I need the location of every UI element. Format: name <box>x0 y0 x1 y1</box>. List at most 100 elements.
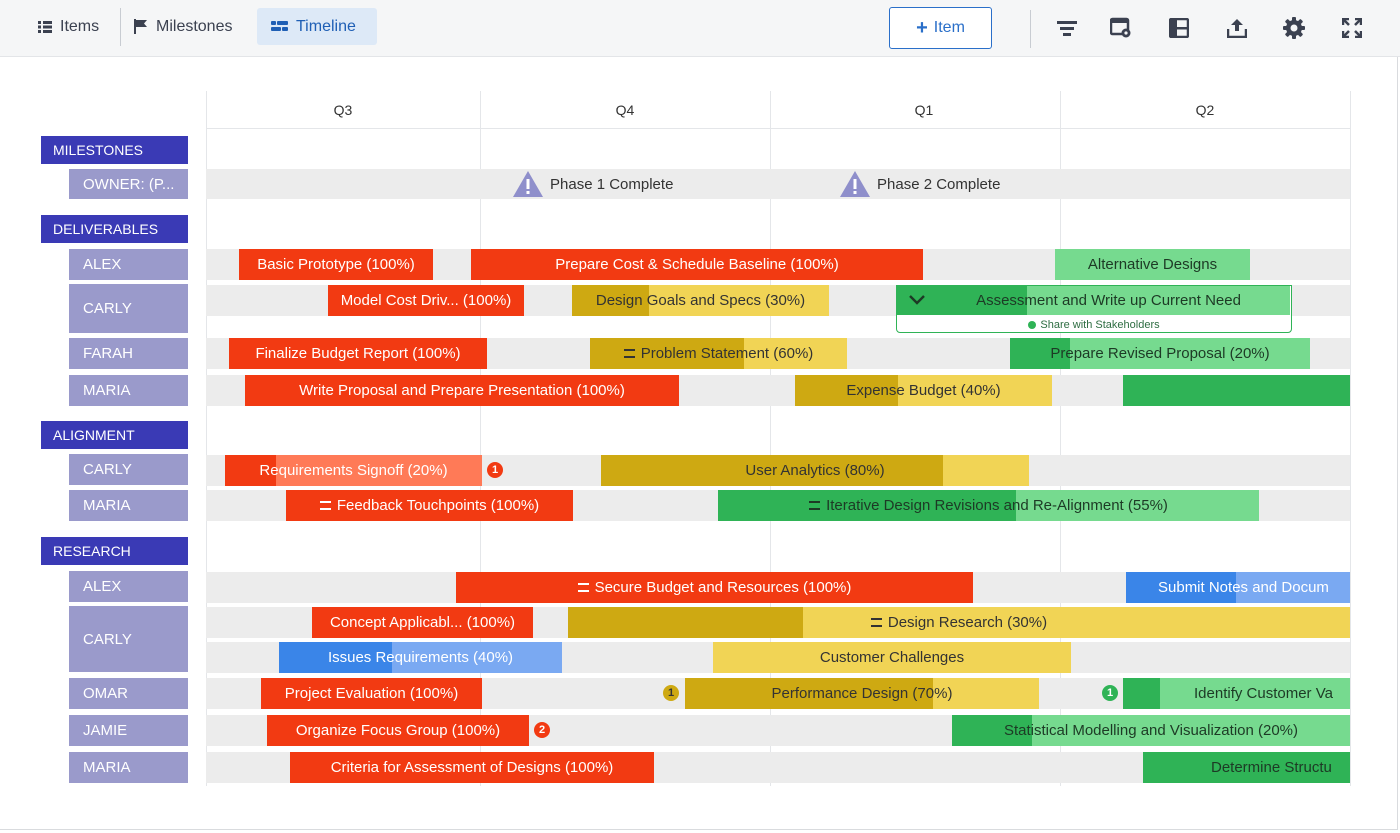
item-label: Performance Design (70%) <box>771 685 953 702</box>
item-bar[interactable]: Concept Applicabl... (100%) <box>312 607 533 638</box>
owner-maria[interactable]: MARIA <box>69 490 188 521</box>
plus-icon: + <box>916 17 928 39</box>
layout-icon[interactable] <box>1164 13 1194 43</box>
owner-carly[interactable]: CARLY <box>69 606 188 672</box>
item-bar[interactable]: Secure Budget and Resources (100%) <box>456 572 973 603</box>
item-bar[interactable]: Determine Structu <box>1143 752 1350 783</box>
item-label: Assessment and Write up Current Need <box>976 292 1241 309</box>
item-bar[interactable]: Prepare Cost & Schedule Baseline (100%) <box>471 249 923 280</box>
tab-timeline[interactable]: Timeline <box>257 8 377 45</box>
item-bar[interactable]: Design Research (30%) <box>568 607 1350 638</box>
quarter-label: Q3 <box>333 102 353 118</box>
item-bar[interactable]: Alternative Designs <box>1055 249 1250 280</box>
add-item-button[interactable]: + Item <box>889 7 992 49</box>
toolbar-divider <box>1030 10 1031 48</box>
item-bar[interactable]: Performance Design (70%) <box>685 678 1039 709</box>
filter-icon[interactable] <box>1052 13 1082 43</box>
item-label: Problem Statement (60%) <box>623 345 814 362</box>
item-bar[interactable]: Customer Challenges <box>713 642 1071 673</box>
warning-icon <box>840 171 870 197</box>
item-bar[interactable]: Iterative Design Revisions and Re-Alignm… <box>718 490 1259 521</box>
owner-carly[interactable]: CARLY <box>69 284 188 333</box>
chevron-down-icon[interactable] <box>909 295 925 305</box>
item-bar[interactable]: Basic Prototype (100%) <box>239 249 433 280</box>
item-bar[interactable]: Submit Notes and Docum <box>1126 572 1350 603</box>
item-label: Finalize Budget Report (100%) <box>255 345 461 362</box>
item-bar[interactable]: Issues Requirements (40%) <box>279 642 562 673</box>
group-alignment[interactable]: ALIGNMENT <box>41 421 188 449</box>
owner-alex[interactable]: ALEX <box>69 249 188 280</box>
add-item-label: Item <box>933 19 965 36</box>
item-label: Iterative Design Revisions and Re-Alignm… <box>809 497 1168 514</box>
item-bar[interactable]: Statistical Modelling and Visualization … <box>952 715 1350 746</box>
item-bar[interactable]: Problem Statement (60%) <box>590 338 847 369</box>
count-badge[interactable]: 1 <box>1102 685 1118 701</box>
count-badge[interactable]: 1 <box>663 685 679 701</box>
expanded-item-card[interactable]: Assessment and Write up Current Need Sha… <box>896 285 1292 333</box>
owner-alex[interactable]: ALEX <box>69 571 188 602</box>
item-bar[interactable]: Identify Customer Va <box>1123 678 1350 709</box>
owner-omar[interactable]: OMAR <box>69 678 188 709</box>
item-bar[interactable]: Project Evaluation (100%) <box>261 678 482 709</box>
count-badge[interactable]: 2 <box>534 722 550 738</box>
export-icon[interactable] <box>1222 13 1252 43</box>
item-bar[interactable]: Prepare Revised Proposal (20%) <box>1010 338 1310 369</box>
owner-label[interactable]: OWNER: (P... <box>69 169 188 199</box>
item-bar[interactable]: Feedback Touchpoints (100%) <box>286 490 573 521</box>
item-label-text: Problem Statement (60%) <box>640 345 814 362</box>
header-divider <box>206 128 1350 129</box>
item-bar[interactable]: Criteria for Assessment of Designs (100%… <box>290 752 654 783</box>
card-settings-icon[interactable] <box>1106 13 1136 43</box>
item-bar[interactable]: Design Goals and Specs (30%) <box>572 285 829 316</box>
item-label-text: Secure Budget and Resources (100%) <box>594 579 852 596</box>
item-label: Secure Budget and Resources (100%) <box>577 579 852 596</box>
tab-items[interactable]: Items <box>24 8 113 45</box>
item-bar[interactable]: Model Cost Driv... (100%) <box>328 285 524 316</box>
milestone-phase-1[interactable]: Phase 1 Complete <box>512 170 673 198</box>
count-badge[interactable]: 1 <box>487 462 503 478</box>
item-label: Design Goals and Specs (30%) <box>595 292 806 309</box>
group-milestones[interactable]: MILESTONES <box>41 136 188 164</box>
subtask[interactable]: Share with Stakeholders <box>897 317 1291 332</box>
item-label: Model Cost Driv... (100%) <box>340 292 512 309</box>
item-label: Submit Notes and Docum <box>1158 579 1329 596</box>
quarter-label: Q4 <box>615 102 635 118</box>
milestone-phase-2[interactable]: Phase 2 Complete <box>839 170 1000 198</box>
owner-carly[interactable]: CARLY <box>69 454 188 485</box>
item-label: Feedback Touchpoints (100%) <box>319 497 539 514</box>
item-bar[interactable]: Requirements Signoff (20%) <box>225 455 482 486</box>
subitems-icon <box>577 583 589 592</box>
item-label: Alternative Designs <box>1087 256 1218 273</box>
quarter-label: Q1 <box>914 102 934 118</box>
item-bar[interactable]: User Analytics (80%) <box>601 455 1029 486</box>
item-bar[interactable]: Write Proposal and Prepare Presentation … <box>245 375 679 406</box>
subtask-label: Share with Stakeholders <box>1040 318 1160 331</box>
owner-farah[interactable]: FARAH <box>69 338 188 369</box>
gear-icon[interactable] <box>1279 13 1309 43</box>
group-research[interactable]: RESEARCH <box>41 537 188 565</box>
status-dot <box>1028 320 1037 329</box>
item-label: Expense Budget (40%) <box>846 382 1001 399</box>
item-label: User Analytics (80%) <box>745 462 885 479</box>
item-bar[interactable]: Finalize Budget Report (100%) <box>229 338 487 369</box>
item-bar[interactable]: Organize Focus Group (100%) <box>267 715 529 746</box>
item-bar[interactable]: Assessment and Write up Current Need <box>897 286 1290 315</box>
item-bar[interactable] <box>1123 375 1350 406</box>
item-label-text: Design Research (30%) <box>887 614 1048 631</box>
owner-maria[interactable]: MARIA <box>69 752 188 783</box>
item-label: Criteria for Assessment of Designs (100%… <box>330 759 614 776</box>
fullscreen-icon[interactable] <box>1337 13 1367 43</box>
group-deliverables[interactable]: DELIVERABLES <box>41 215 188 243</box>
item-bar[interactable]: Expense Budget (40%) <box>795 375 1052 406</box>
tab-milestones[interactable]: Milestones <box>120 8 246 45</box>
quarter-label: Q2 <box>1195 102 1215 118</box>
owner-maria[interactable]: MARIA <box>69 375 188 406</box>
owner-jamie[interactable]: JAMIE <box>69 715 188 746</box>
item-label: Prepare Revised Proposal (20%) <box>1050 345 1270 362</box>
item-label: Write Proposal and Prepare Presentation … <box>299 382 625 399</box>
list-icon <box>38 20 52 33</box>
milestone-label: Phase 1 Complete <box>550 175 674 193</box>
milestone-label: Phase 2 Complete <box>877 175 1001 193</box>
tab-items-label: Items <box>60 17 100 35</box>
progress-fill <box>568 607 803 638</box>
